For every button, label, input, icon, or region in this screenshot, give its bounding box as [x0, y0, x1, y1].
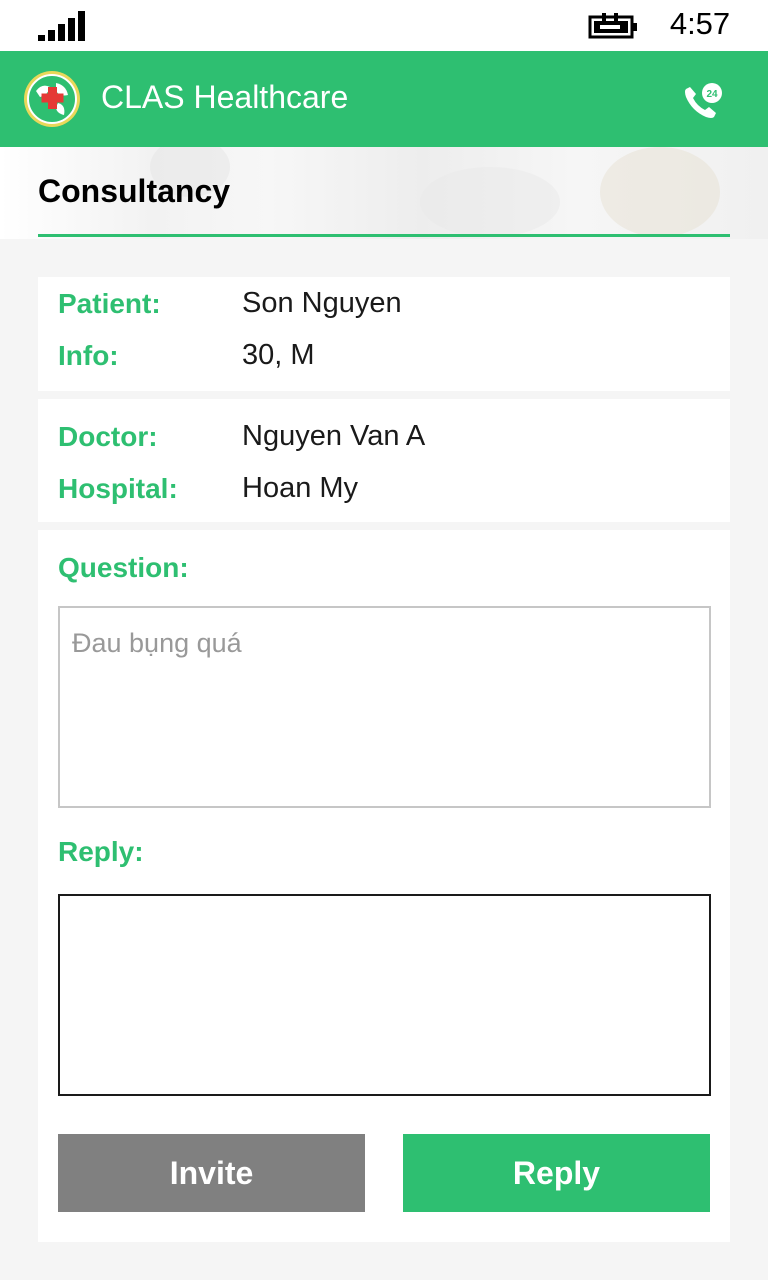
app-header: CLAS Healthcare 24	[0, 51, 768, 147]
patient-name: Son Nguyen	[242, 287, 402, 319]
doctor-name: Nguyen Van A	[242, 420, 426, 452]
reply-button[interactable]: Reply	[403, 1134, 710, 1212]
title-divider	[38, 234, 730, 237]
app-title: CLAS Healthcare	[101, 79, 349, 115]
page-title: Consultancy	[38, 173, 231, 209]
patient-label: Patient:	[58, 288, 161, 319]
page-header: Consultancy	[0, 147, 768, 239]
consult-card: Question: Đau bụng quá Reply: Invite Rep…	[38, 530, 730, 1242]
globe-medical-cross-icon	[24, 71, 80, 127]
signal-bars-icon	[38, 11, 85, 41]
patient-info: 30, M	[242, 339, 315, 371]
question-label: Question:	[58, 552, 189, 583]
hospital-name: Hoan My	[242, 472, 359, 504]
info-label: Info:	[58, 340, 119, 371]
status-bar: 4:57	[0, 0, 768, 51]
doctor-card: Doctor: Nguyen Van A Hospital: Hoan My	[38, 399, 730, 522]
header-background-image	[600, 147, 720, 237]
phone-24h-icon[interactable]: 24	[680, 81, 724, 121]
reply-label: Reply:	[58, 836, 144, 867]
battery-charging-icon	[588, 13, 637, 39]
invite-button[interactable]: Invite	[58, 1134, 365, 1212]
header-background-image	[420, 167, 560, 237]
doctor-label: Doctor:	[58, 421, 158, 452]
reply-field[interactable]	[58, 894, 711, 1096]
patient-card: Patient: Son Nguyen Info: 30, M	[38, 277, 730, 391]
question-field[interactable]: Đau bụng quá	[58, 606, 711, 808]
status-time: 4:57	[669, 6, 731, 41]
svg-text:24: 24	[706, 89, 718, 100]
hospital-label: Hospital:	[58, 473, 178, 504]
